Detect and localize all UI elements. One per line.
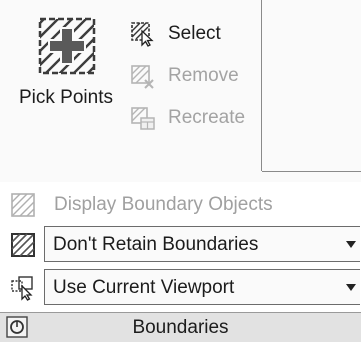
hatch-retain-icon [10,232,36,258]
hatch-recreate-icon [130,105,156,131]
retain-boundaries-value: Don't Retain Boundaries [53,234,259,255]
boundary-set-dropdown[interactable]: Use Current Viewport [44,269,360,305]
display-boundary-objects-label: Display Boundary Objects [54,194,273,215]
hatch-remove-icon [130,63,156,89]
select-button[interactable]: Select [130,17,255,51]
remove-button[interactable]: Remove [130,59,255,93]
panel-title-bar[interactable]: Boundaries [0,312,361,342]
display-boundary-objects-button[interactable]: Display Boundary Objects [0,185,361,225]
hatch-select-icon [130,21,156,47]
panel-divider [261,0,262,171]
recreate-button[interactable]: Recreate [130,101,255,135]
chevron-down-icon [346,241,356,248]
pick-points-button[interactable]: Pick Points [10,10,122,120]
recreate-label: Recreate [168,107,246,128]
pick-points-label: Pick Points [19,87,113,108]
hatch-pick-point-icon [37,16,97,76]
boundary-set-row: Use Current Viewport [0,268,361,308]
retain-boundaries-row: Don't Retain Boundaries [0,225,361,265]
panel-divider-horizontal [262,171,361,172]
select-label: Select [168,23,221,44]
boundary-set-value: Use Current Viewport [53,277,235,298]
hatch-display-icon [10,192,36,218]
remove-label: Remove [168,65,239,86]
panel-title: Boundaries [132,317,229,338]
retain-boundaries-dropdown[interactable]: Don't Retain Boundaries [44,226,360,262]
viewport-select-icon [10,275,36,301]
chevron-down-icon [346,284,356,291]
